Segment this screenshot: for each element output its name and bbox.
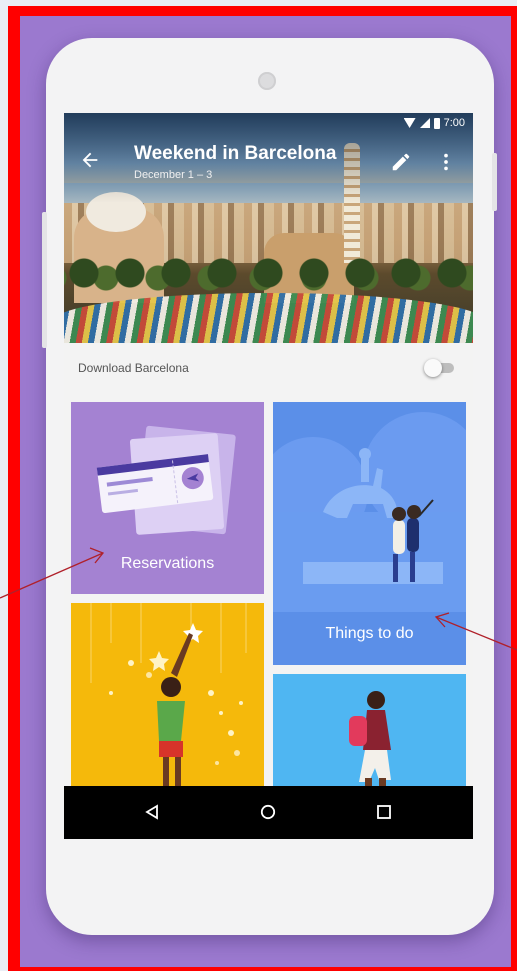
app-screen: 7:00 Weekend in Barcelona December 1 – 3…	[64, 113, 473, 839]
arrow-left-icon[interactable]	[78, 149, 102, 173]
trip-title: Weekend in Barcelona	[134, 143, 337, 164]
things-to-do-label: Things to do	[325, 625, 414, 642]
download-toggle[interactable]	[424, 359, 454, 377]
statue-selfie-illustration	[273, 412, 466, 612]
status-bar: 7:00	[403, 117, 465, 129]
volume-button	[42, 212, 47, 348]
android-nav-bar	[64, 786, 473, 839]
more-vert-icon[interactable]	[436, 151, 456, 175]
things-to-do-tile[interactable]: Things to do	[273, 402, 466, 665]
pencil-icon[interactable]	[390, 151, 414, 175]
circle-home-icon[interactable]	[260, 804, 276, 820]
download-label: Download Barcelona	[78, 361, 189, 375]
wifi-icon	[403, 118, 416, 128]
download-row: Download Barcelona	[64, 343, 473, 393]
reservations-tile[interactable]: Reservations	[71, 402, 264, 594]
trip-dates: December 1 – 3	[134, 169, 213, 181]
status-time: 7:00	[443, 117, 465, 129]
square-recents-icon[interactable]	[376, 804, 392, 820]
triangle-back-icon[interactable]	[144, 804, 160, 820]
reservations-label: Reservations	[120, 555, 215, 572]
front-camera	[258, 72, 276, 90]
battery-icon	[433, 117, 440, 129]
power-button	[492, 153, 497, 211]
ticket-illustration	[96, 425, 236, 535]
signal-icon	[419, 118, 430, 128]
